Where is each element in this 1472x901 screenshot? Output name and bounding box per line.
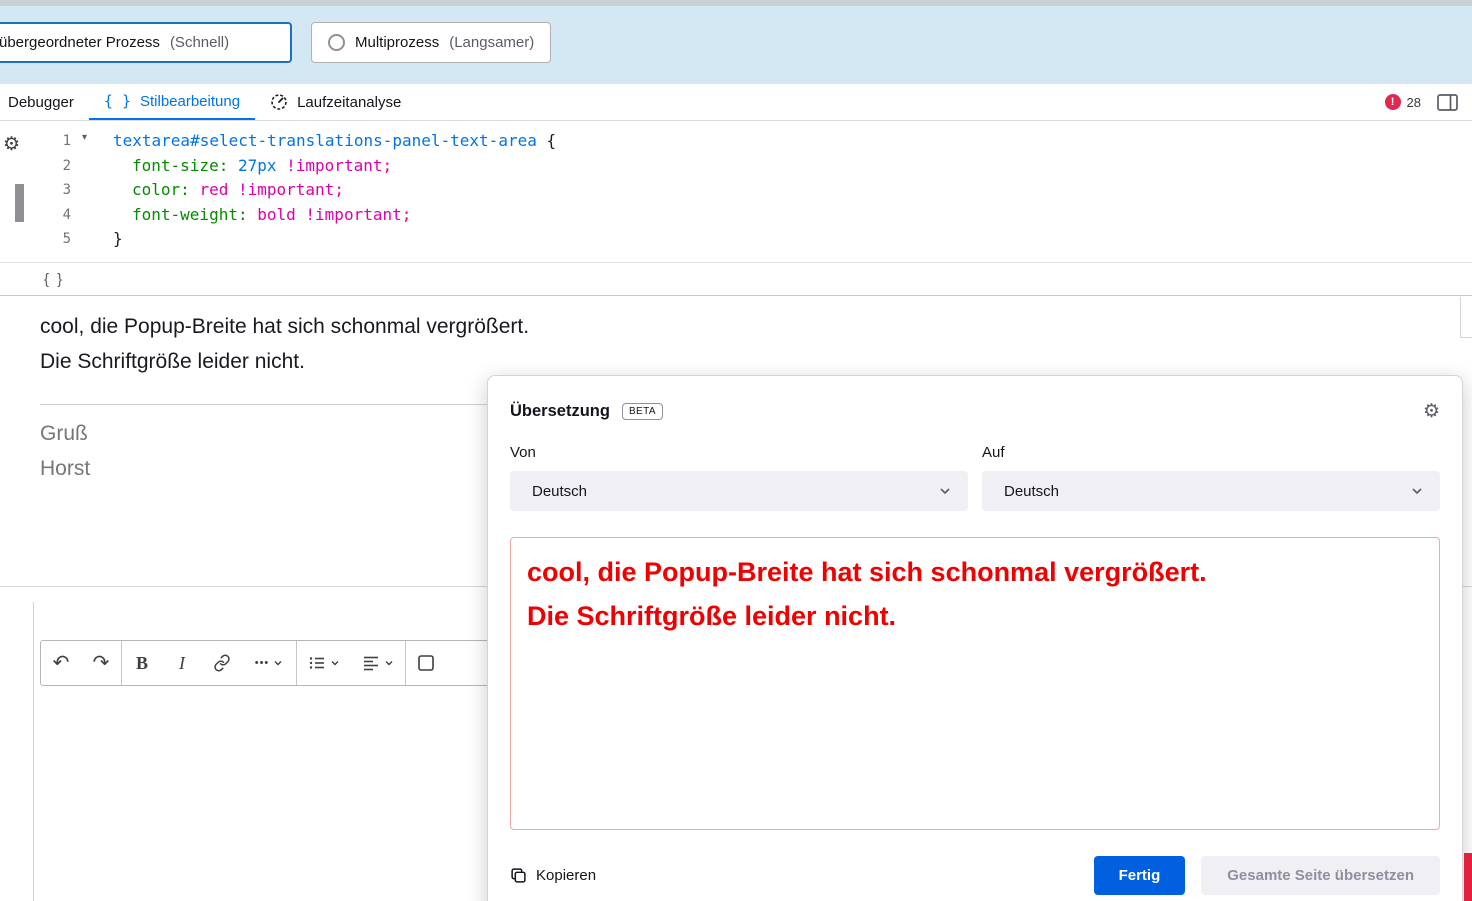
insert-object-icon: [417, 654, 435, 672]
translation-text-line-1: cool, die Popup-Breite hat sich schonmal…: [527, 550, 1423, 594]
tab-debugger-label: Debugger: [8, 94, 74, 111]
align-button[interactable]: [351, 641, 405, 685]
done-button[interactable]: Fertig: [1094, 856, 1186, 895]
line-number: 2: [0, 154, 71, 179]
at-rules-toggle[interactable]: { }: [0, 262, 1472, 296]
bold-button[interactable]: B: [122, 641, 162, 685]
performance-gauge-icon: [270, 93, 288, 111]
error-count-badge[interactable]: ! 28: [1385, 94, 1421, 110]
formatting-toolbar: ↶ ↷ B I •••: [40, 640, 492, 686]
redo-icon: ↷: [93, 653, 110, 673]
option-parent-process-label: übergeordneter Prozess: [0, 34, 160, 51]
at-rules-label: { }: [44, 271, 64, 288]
to-language-column: Auf Deutsch: [982, 444, 1440, 511]
tab-debugger[interactable]: Debugger: [0, 84, 89, 120]
bullet-list-icon: [308, 654, 326, 672]
chevron-down-icon: [384, 658, 394, 668]
undo-button[interactable]: ↶: [41, 641, 81, 685]
code-line-selector: textarea#select-translations-panel-text-…: [113, 129, 556, 154]
chevron-down-icon: [938, 484, 952, 498]
translation-popup-footer: Kopieren Fertig Gesamte Seite übersetzen: [510, 856, 1440, 895]
translation-text-line-2: Die Schriftgröße leider nicht.: [527, 594, 1423, 638]
chevron-down-icon: [330, 658, 340, 668]
to-label: Auf: [982, 444, 1440, 461]
message-text-line-1: cool, die Popup-Breite hat sich schonmal…: [40, 315, 529, 339]
copy-button[interactable]: Kopieren: [510, 867, 596, 884]
error-icon: !: [1385, 94, 1401, 110]
tab-performance[interactable]: Laufzeitanalyse: [255, 84, 416, 120]
link-icon: [213, 654, 231, 672]
message-closing: Gruß: [40, 422, 88, 446]
option-multiprocess-label: Multiprozess: [355, 34, 439, 51]
translation-textarea[interactable]: cool, die Popup-Breite hat sich schonmal…: [510, 537, 1440, 830]
tab-performance-label: Laufzeitanalyse: [297, 94, 401, 111]
line-number: 5: [0, 227, 71, 252]
undo-icon: ↶: [53, 653, 70, 673]
option-parent-process[interactable]: übergeordneter Prozess (Schnell): [0, 22, 292, 63]
redo-button[interactable]: ↷: [81, 641, 121, 685]
list-button[interactable]: [297, 641, 351, 685]
chevron-down-icon: [1410, 484, 1424, 498]
align-text-icon: [362, 654, 380, 672]
translation-popup-header: Übersetzung BETA ⚙: [510, 398, 1440, 424]
italic-button[interactable]: I: [162, 641, 202, 685]
translate-page-button[interactable]: Gesamte Seite übersetzen: [1201, 856, 1440, 895]
link-button[interactable]: [202, 641, 242, 685]
process-selection-bar: übergeordneter Prozess (Schnell) Multipr…: [0, 6, 1472, 84]
css-code: textarea#select-translations-panel-text-…: [113, 129, 556, 252]
browser-devtools-screen: übergeordneter Prozess (Schnell) Multipr…: [0, 0, 1472, 901]
translation-settings-gear-icon[interactable]: ⚙: [1423, 400, 1440, 423]
code-line-closing: }: [113, 227, 556, 252]
more-formatting-button[interactable]: •••: [242, 641, 296, 685]
style-editor[interactable]: ⚙ 1 2 3 4 5 ▾ textarea#select-translatio…: [0, 121, 1472, 262]
line-number: 1: [0, 129, 71, 154]
line-number: 4: [0, 203, 71, 228]
tab-style-editor[interactable]: { } Stilbearbeitung: [89, 84, 255, 120]
line-number: 3: [0, 178, 71, 203]
option-multiprocess-hint: (Langsamer): [449, 34, 534, 51]
from-language-select[interactable]: Deutsch: [510, 471, 968, 511]
option-multiprocess[interactable]: Multiprozess (Langsamer): [311, 22, 551, 63]
chevron-down-icon: [273, 658, 283, 668]
compose-area-border: [33, 602, 34, 901]
code-fold-arrow-icon[interactable]: ▾: [82, 132, 87, 143]
from-label: Von: [510, 444, 968, 461]
line-number-gutter: 1 2 3 4 5: [0, 129, 71, 252]
tabbar-right-controls: ! 28: [1385, 84, 1472, 120]
tab-style-editor-label: Stilbearbeitung: [140, 93, 240, 110]
to-language-select[interactable]: Deutsch: [982, 471, 1440, 511]
message-text-line-2: Die Schriftgröße leider nicht.: [40, 350, 305, 374]
braces-icon: { }: [104, 92, 131, 110]
translation-popup: Übersetzung BETA ⚙ Von Deutsch Auf Deuts…: [487, 375, 1463, 901]
bold-icon: B: [136, 653, 148, 674]
to-language-value: Deutsch: [1004, 483, 1059, 500]
from-language-column: Von Deutsch: [510, 444, 968, 511]
language-row: Von Deutsch Auf Deutsch: [510, 444, 1440, 511]
code-line-declaration: font-size: 27px !important;: [113, 154, 556, 179]
option-parent-process-hint: (Schnell): [170, 34, 229, 51]
copy-icon: [510, 867, 527, 884]
error-count: 28: [1407, 95, 1421, 110]
message-sender-name: Horst: [40, 457, 90, 481]
from-language-value: Deutsch: [532, 483, 587, 500]
beta-badge: BETA: [622, 403, 663, 420]
code-line-declaration: font-weight: bold !important;: [113, 203, 556, 228]
clipped-red-badge: [1464, 853, 1472, 901]
copy-button-label: Kopieren: [536, 867, 596, 884]
scrollbar-track-line: [1460, 297, 1461, 338]
insert-button[interactable]: [406, 641, 446, 685]
devtools-tabbar: Debugger { } Stilbearbeitung Laufzeitana…: [0, 84, 1472, 121]
popup-title: Übersetzung: [510, 402, 610, 421]
split-panel-toggle-icon[interactable]: [1437, 94, 1458, 111]
radio-unselected-icon: [328, 34, 345, 51]
more-icon: •••: [255, 657, 270, 669]
scrollbar-corner-line: [1460, 337, 1472, 338]
code-line-declaration: color: red !important;: [113, 178, 556, 203]
italic-icon: I: [179, 653, 185, 674]
